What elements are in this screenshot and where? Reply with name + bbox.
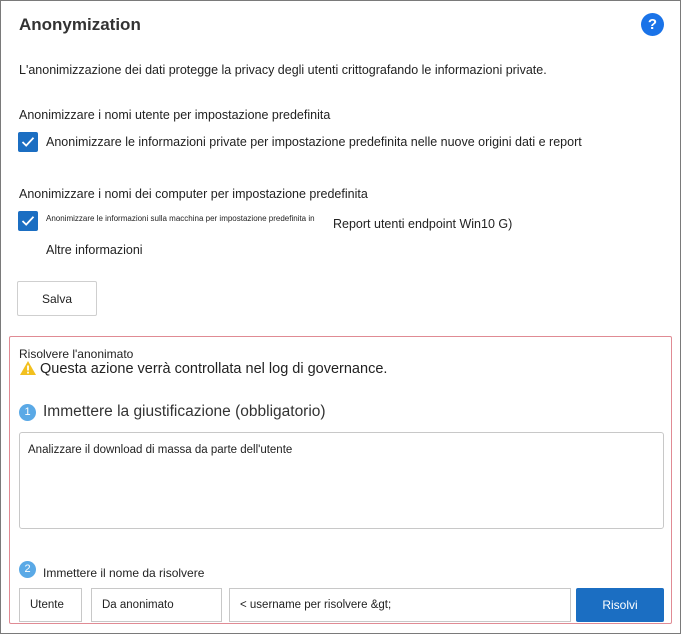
justification-input[interactable]: Analizzare il download di massa da parte… xyxy=(19,432,664,529)
username-input[interactable]: < username per risolvere &gt; xyxy=(229,588,571,622)
anonymize-users-label: Anonimizzare le informazioni private per… xyxy=(46,135,582,149)
entity-type-select[interactable]: Utente xyxy=(19,588,82,622)
checkmark-icon xyxy=(21,216,35,226)
resolve-button[interactable]: Risolvi xyxy=(576,588,664,622)
step-1-badge: 1 xyxy=(19,404,36,421)
anonymize-users-checkbox[interactable] xyxy=(18,132,38,152)
anonymization-dialog: Anonymization ? L'anonimizzazione dei da… xyxy=(0,0,681,634)
report-name-label: Report utenti endpoint Win10 G) xyxy=(333,217,513,231)
resolve-panel-title: Risolvere l'anonimato xyxy=(19,347,134,361)
save-button[interactable]: Salva xyxy=(17,281,97,316)
warning-icon xyxy=(20,361,36,375)
page-title: Anonymization xyxy=(19,15,141,34)
checkmark-icon xyxy=(21,137,35,147)
resolve-anonymity-panel: Risolvere l'anonimato Questa azione verr… xyxy=(9,336,672,624)
users-section-heading: Anonimizzare i nomi utente per impostazi… xyxy=(19,108,331,122)
step-2-badge: 2 xyxy=(19,561,36,578)
description-text: L'anonimizzazione dei dati protegge la p… xyxy=(19,63,547,77)
step-2-label: Immettere il nome da risolvere xyxy=(43,566,205,580)
more-info-link[interactable]: Altre informazioni xyxy=(46,243,143,257)
anonymize-computers-checkbox[interactable] xyxy=(18,211,38,231)
warning-text: Questa azione verrà controllata nel log … xyxy=(40,361,388,377)
step-1-label: Immettere la giustificazione (obbligator… xyxy=(43,403,326,420)
help-icon[interactable]: ? xyxy=(641,13,664,36)
computers-section-heading: Anonimizzare i nomi dei computer per imp… xyxy=(19,187,368,201)
resolve-mode-select[interactable]: Da anonimato xyxy=(91,588,222,622)
anonymize-computers-label: Anonimizzare le informazioni sulla macch… xyxy=(46,214,315,223)
